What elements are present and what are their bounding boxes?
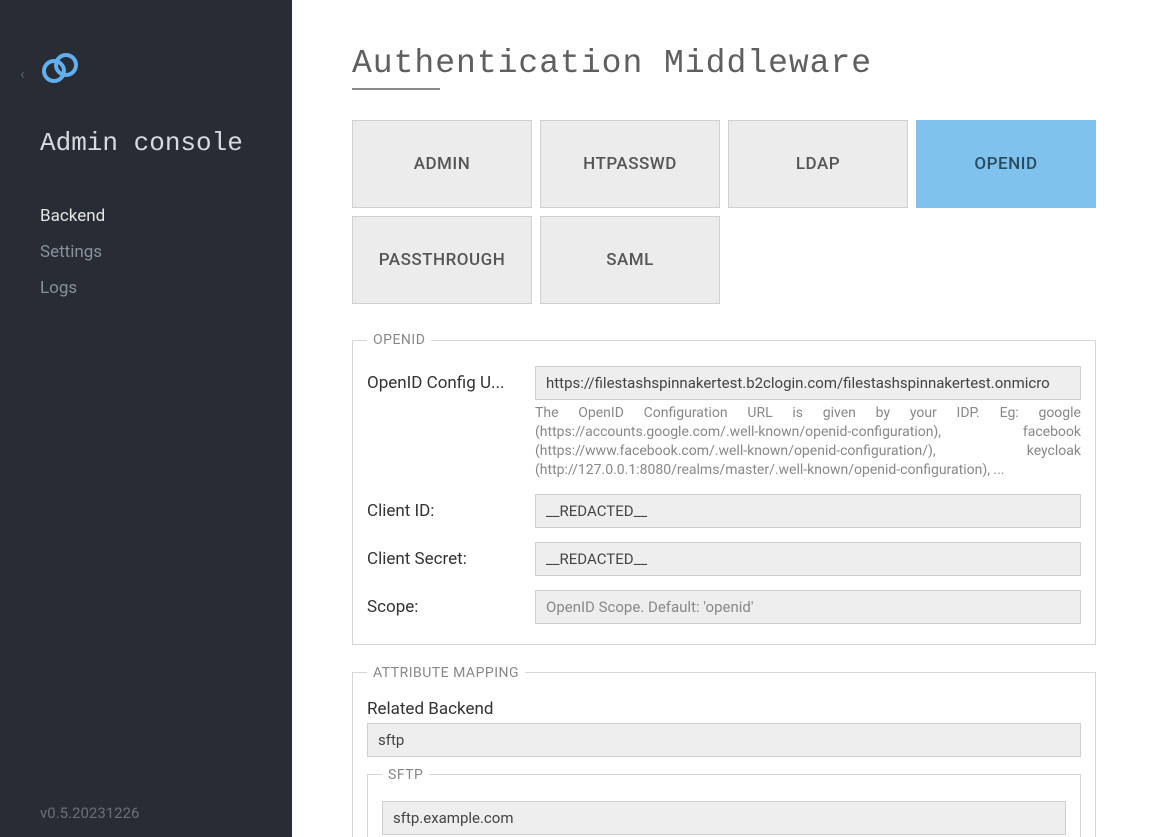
input-client-id[interactable] xyxy=(535,494,1081,528)
sidebar: ‹ Admin console Backend Settings Logs v0… xyxy=(0,0,292,837)
input-sftp-host[interactable] xyxy=(382,801,1066,835)
tab-htpasswd[interactable]: HTPASSWD xyxy=(540,120,720,208)
label-client-id: Client ID: xyxy=(367,494,535,521)
title-underline xyxy=(352,88,440,90)
nav-item-logs[interactable]: Logs xyxy=(40,270,252,306)
tab-openid[interactable]: OPENID xyxy=(916,120,1096,208)
version-label: v0.5.20231226 xyxy=(40,804,139,822)
help-config-url: The OpenID Configuration URL is given by… xyxy=(535,404,1081,480)
sftp-fieldset: SFTP xyxy=(367,767,1081,837)
form-row-config-url: OpenID Config U... The OpenID Configurat… xyxy=(367,366,1081,480)
form-row-scope: Scope: xyxy=(367,590,1081,624)
attribute-mapping-legend: ATTRIBUTE MAPPING xyxy=(367,665,525,681)
nav-item-settings[interactable]: Settings xyxy=(40,234,252,270)
sftp-legend: SFTP xyxy=(382,767,429,783)
main-content: Authentication Middleware ADMIN HTPASSWD… xyxy=(292,0,1161,837)
sidebar-title: Admin console xyxy=(40,128,252,158)
openid-fieldset: OPENID OpenID Config U... The OpenID Con… xyxy=(352,332,1096,645)
logo-icon[interactable] xyxy=(40,50,80,84)
tab-passthrough[interactable]: PASSTHROUGH xyxy=(352,216,532,304)
page-title: Authentication Middleware xyxy=(352,45,1096,82)
sidebar-nav: Backend Settings Logs xyxy=(0,178,292,326)
input-config-url[interactable] xyxy=(535,366,1081,400)
chevron-left-icon[interactable]: ‹ xyxy=(20,64,25,83)
tab-admin[interactable]: ADMIN xyxy=(352,120,532,208)
attribute-mapping-fieldset: ATTRIBUTE MAPPING Related Backend SFTP xyxy=(352,665,1096,837)
openid-legend: OPENID xyxy=(367,332,431,348)
input-client-secret[interactable] xyxy=(535,542,1081,576)
label-scope: Scope: xyxy=(367,590,535,617)
input-related-backend[interactable] xyxy=(367,723,1081,757)
auth-tabs: ADMIN HTPASSWD LDAP OPENID PASSTHROUGH S… xyxy=(352,120,1096,304)
label-config-url: OpenID Config U... xyxy=(367,366,535,393)
tab-ldap[interactable]: LDAP xyxy=(728,120,908,208)
label-client-secret: Client Secret: xyxy=(367,542,535,569)
form-row-client-id: Client ID: xyxy=(367,494,1081,528)
input-scope[interactable] xyxy=(535,590,1081,624)
tab-saml[interactable]: SAML xyxy=(540,216,720,304)
nav-item-backend[interactable]: Backend xyxy=(40,198,252,234)
sidebar-header: ‹ Admin console xyxy=(0,0,292,178)
label-related-backend: Related Backend xyxy=(367,699,1081,719)
form-row-client-secret: Client Secret: xyxy=(367,542,1081,576)
